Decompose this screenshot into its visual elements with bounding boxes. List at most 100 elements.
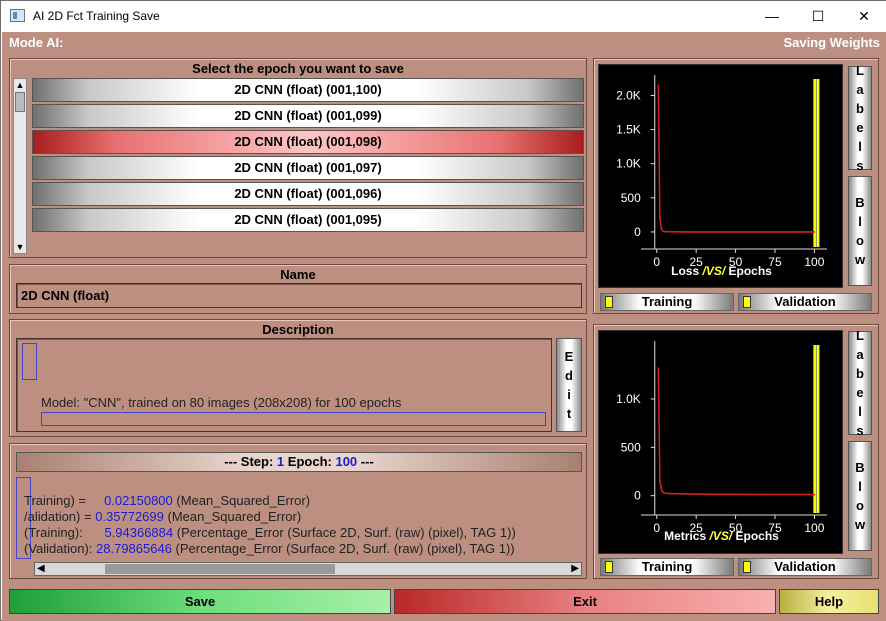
result-metric: (Percentage_Error (Surface 2D, Surf. (ra… — [171, 541, 515, 556]
description-margin-box — [22, 343, 37, 380]
minimize-button[interactable]: — — [749, 1, 795, 32]
metrics-labels-button[interactable]: Labels — [848, 328, 872, 438]
step-header: --- Step: 1 Epoch: 100 --- — [16, 452, 582, 472]
epoch-scrollbar[interactable]: ▲ ▼ — [13, 78, 27, 254]
training-point — [734, 231, 737, 233]
scroll-thumb[interactable] — [15, 92, 25, 112]
training-point — [660, 228, 663, 231]
training-point — [657, 84, 660, 87]
blow-letter: w — [854, 517, 866, 532]
blow-letter: B — [855, 195, 865, 210]
y-tick-label: 1.5K — [616, 123, 641, 137]
y-tick-label: 500 — [621, 440, 641, 454]
loss-title-b: Epochs — [725, 264, 772, 278]
result-value: 0.35772699 — [95, 509, 164, 524]
description-input-box[interactable] — [41, 412, 546, 426]
result-metric: (Percentage_Error (Surface 2D, Surf. (ra… — [173, 525, 516, 540]
loss-training-legend[interactable]: Training — [600, 293, 734, 311]
edit-button[interactable]: Edit — [556, 338, 582, 432]
loss-chart-svg: 05001.0K1.5K2.0K0 25 50 75 100 — [616, 75, 827, 269]
saving-weights-label: Saving Weights — [783, 35, 880, 50]
metrics-blow-button[interactable]: Blow — [848, 441, 872, 551]
name-field[interactable]: 2D CNN (float) — [16, 283, 582, 308]
loss-validation-legend[interactable]: Validation — [738, 293, 872, 311]
exit-button[interactable]: Exit — [394, 589, 776, 614]
training-swatch — [605, 561, 613, 573]
epoch-row[interactable]: 2D CNN (float) (001,096) — [32, 182, 584, 206]
scroll-right-icon[interactable]: ▶ — [571, 563, 579, 575]
result-line: (Validation): 28.79865646 (Percentage_Er… — [24, 541, 515, 556]
labels-letter: b — [856, 366, 864, 381]
training-series-line — [657, 368, 815, 496]
result-label: (Validation): — [24, 541, 97, 556]
labels-letter: s — [856, 423, 864, 438]
validation-swatch — [743, 296, 751, 308]
epoch-row[interactable]: 2D CNN (float) (001,095) — [32, 208, 584, 232]
training-point — [671, 492, 674, 495]
result-value: 0.02150800 — [104, 493, 173, 508]
epoch-row[interactable]: 2D CNN (float) (001,100) — [32, 78, 584, 102]
training-swatch — [605, 296, 613, 308]
training-point — [797, 493, 800, 496]
metrics-chart-title: Metrics /VS/ Epochs — [599, 529, 844, 543]
epoch-row[interactable]: 2D CNN (float) (001,097) — [32, 156, 584, 180]
metrics-chart-svg: 05001.0K0 25 50 75 100 — [616, 341, 827, 535]
training-point — [782, 231, 784, 233]
result-value: 5.94366884 — [104, 525, 174, 540]
loss-labels-button[interactable]: Labels — [848, 63, 872, 173]
labels-letter: a — [856, 347, 864, 362]
app-icon — [10, 9, 25, 22]
scroll-up-icon[interactable]: ▲ — [14, 79, 26, 91]
metrics-title-a: Metrics — [664, 529, 710, 543]
blow-letter: o — [856, 233, 864, 248]
hscroll-thumb[interactable] — [105, 564, 335, 574]
metrics-training-legend[interactable]: Training — [600, 558, 734, 576]
epoch-row[interactable]: 2D CNN (float) (001,098) — [32, 130, 584, 154]
training-point — [719, 493, 721, 496]
training-point — [813, 231, 816, 233]
mode-label: Mode AI: — [9, 35, 64, 50]
scroll-left-icon[interactable]: ◀ — [37, 563, 45, 575]
save-button[interactable]: Save — [9, 589, 391, 614]
y-tick-label: 1.0K — [616, 392, 641, 406]
loss-chart: 0 500 1.0K 1.5K 2.0K 0 25 50 75 100 Loss /VS/ Epo… — [598, 64, 843, 288]
blow-letter: l — [858, 479, 862, 494]
maximize-button[interactable]: ☐ — [795, 1, 841, 32]
result-label: Training) = — [24, 493, 105, 508]
training-point — [734, 493, 737, 496]
blow-letter: B — [855, 460, 865, 475]
help-button[interactable]: Help — [779, 589, 879, 614]
description-field[interactable]: Model: "CNN", trained on 80 images (208x… — [16, 338, 552, 432]
name-panel-title: Name — [280, 267, 316, 282]
loss-blow-button[interactable]: Blow — [848, 176, 872, 286]
result-metric: (Mean_Squared_Error) — [172, 493, 311, 508]
labels-letter: a — [856, 82, 864, 97]
epoch-row[interactable]: 2D CNN (float) (001,099) — [32, 104, 584, 128]
result-label: /alidation) = — [24, 509, 96, 524]
training-point — [662, 491, 664, 494]
metrics-chart: 0 500 1.0K 0 25 50 75 100 Metrics /VS/ Epochs — [598, 330, 843, 554]
result-metric: (Mean_Squared_Error) — [163, 509, 302, 524]
edit-letter: t — [566, 406, 572, 421]
loss-chart-title: Loss /VS/ Epochs — [599, 264, 844, 278]
training-point — [766, 493, 768, 496]
training-point — [750, 231, 753, 233]
metrics-training-label: Training — [641, 559, 693, 574]
close-button[interactable]: ✕ — [841, 1, 886, 32]
loss-training-label: Training — [641, 294, 693, 309]
scroll-down-icon[interactable]: ▼ — [14, 241, 26, 253]
description-panel-title: Description — [262, 322, 334, 337]
window-title: AI 2D Fct Training Save — [33, 9, 160, 23]
metrics-validation-legend[interactable]: Validation — [738, 558, 872, 576]
edit-letter: E — [564, 349, 574, 364]
labels-letter: e — [856, 120, 864, 135]
labels-letter: s — [856, 158, 864, 173]
step-tail: --- — [360, 454, 374, 469]
name-panel: Name 2D CNN (float) — [9, 264, 587, 314]
y-tick-label: 500 — [621, 191, 641, 205]
results-hscrollbar[interactable]: ◀ ▶ — [34, 562, 582, 576]
title-bar: AI 2D Fct Training Save — ☐ ✕ — [1, 1, 886, 32]
metrics-title-b: Epochs — [732, 529, 779, 543]
training-point — [659, 217, 661, 220]
step-panel: --- Step: 1 Epoch: 100 --- Training) = 0… — [9, 443, 587, 579]
